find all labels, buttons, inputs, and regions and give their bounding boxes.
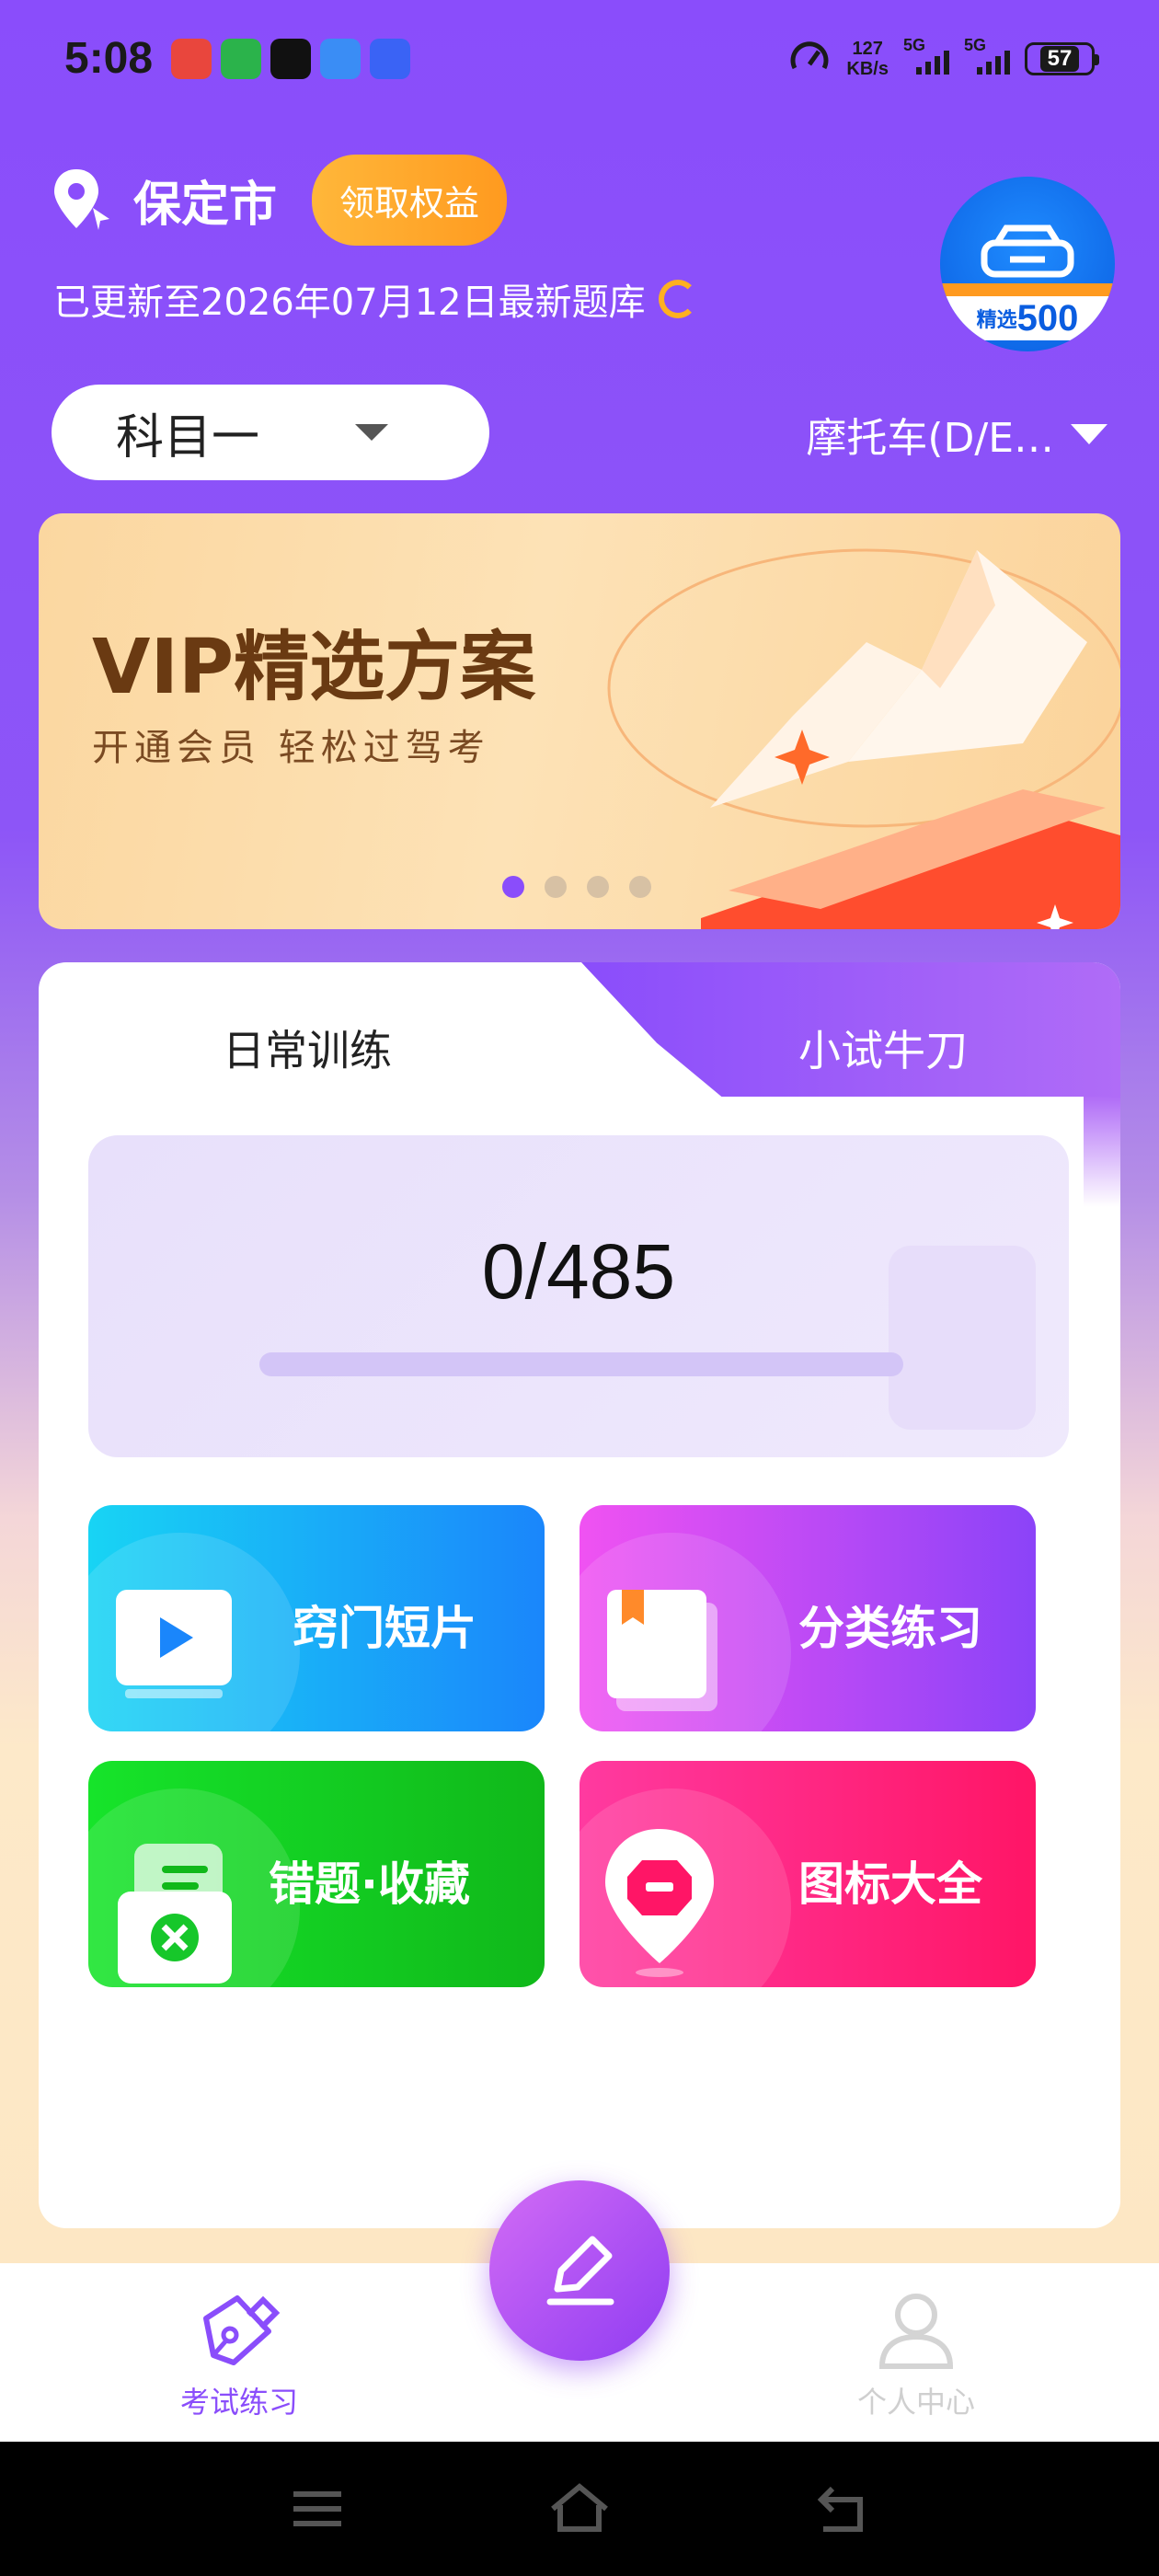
net-speed: 127 KB/s [846, 39, 889, 79]
chevron-down-icon [1071, 424, 1107, 444]
edit-pencil-icon [546, 2236, 614, 2306]
tab-edge-decoration [1084, 1097, 1120, 1207]
subject-value: 科目一 [116, 409, 260, 466]
menu-icon[interactable] [290, 2486, 345, 2532]
vehicle-type-select[interactable]: 摩托车(D/E… [806, 405, 1107, 464]
banner-pagination [502, 876, 651, 898]
page-dot[interactable] [545, 876, 567, 898]
progress-bar [259, 1352, 903, 1376]
page-dot[interactable] [502, 876, 524, 898]
app-notification-icon [171, 39, 212, 79]
home-icon[interactable] [547, 2481, 612, 2536]
mistakes-favorites-button[interactable]: 错题·收藏 [88, 1761, 545, 1987]
city-row: 保定市 领取权益 [51, 155, 508, 246]
play-video-icon [116, 1590, 232, 1698]
system-nav-bar [0, 2442, 1159, 2576]
compose-fab[interactable] [489, 2180, 670, 2361]
tiktok-icon [270, 39, 311, 79]
user-icon [878, 2294, 954, 2369]
practice-card: 日常训练 小试牛刀 0/485 窍门短片 分类练习 错题·收藏 图标大全 [39, 962, 1120, 2228]
tile-label: 图标大全 [798, 1857, 982, 1911]
notification-icons [171, 39, 410, 79]
signal-icon: 5G [903, 36, 949, 75]
banner-subtitle: 开通会员 轻松过驾考 [92, 727, 490, 769]
banner-title: VIP精选方案 [92, 624, 536, 711]
update-label: 已更新至2026年07月12日最新题库 [53, 282, 646, 324]
refresh-icon[interactable] [658, 280, 697, 318]
progress-panel[interactable]: 0/485 [88, 1135, 1069, 1457]
clipboard-x-icon [118, 1844, 232, 1984]
status-time: 5:08 [64, 34, 154, 83]
car-icon [981, 224, 1074, 278]
signal-icon: 5G [964, 36, 1010, 75]
traffic-signs-button[interactable]: 图标大全 [580, 1761, 1036, 1987]
book-icon [607, 1590, 717, 1711]
app-notification-icon [320, 39, 361, 79]
page-dot[interactable] [587, 876, 609, 898]
page-dot[interactable] [629, 876, 651, 898]
nav-profile[interactable]: 个人中心 [852, 2291, 981, 2421]
speed-gauge-icon [790, 41, 829, 70]
battery-icon: 57 [1025, 42, 1099, 75]
chevron-down-icon [355, 424, 389, 441]
tab-daily-training[interactable]: 日常训练 [223, 1018, 392, 1078]
selected-500-badge[interactable]: 精选 500 [940, 177, 1115, 351]
vehicle-value: 摩托车(D/E… [806, 415, 1054, 462]
book-illustration [607, 548, 1120, 929]
progress-count: 0/485 [481, 1228, 676, 1315]
vip-banner[interactable]: VIP精选方案 开通会员 轻松过驾考 [39, 513, 1120, 929]
location-icon[interactable] [51, 166, 115, 236]
tile-label: 错题·收藏 [269, 1857, 470, 1911]
tile-label: 窍门短片 [293, 1602, 476, 1655]
category-practice-button[interactable]: 分类练习 [580, 1505, 1036, 1731]
pen-nib-icon [203, 2295, 281, 2365]
back-icon[interactable] [814, 2483, 869, 2535]
badge-banner: 精选 500 [940, 296, 1115, 340]
app-notification-icon [221, 39, 261, 79]
map-pin-sign-icon [605, 1829, 714, 1977]
tab-try-label: 小试牛刀 [798, 1026, 968, 1075]
badge-stripe [940, 283, 1115, 296]
nav-exam-practice[interactable]: 考试练习 [175, 2291, 304, 2421]
tips-video-button[interactable]: 窍门短片 [88, 1505, 545, 1731]
tieba-icon [370, 39, 410, 79]
subject-select[interactable]: 科目一 [52, 385, 489, 480]
claim-benefits-button[interactable]: 领取权益 [312, 155, 508, 246]
status-indicators: 127 KB/s 5G 5G 57 [787, 36, 1099, 81]
nav-label: 个人中心 [856, 2385, 975, 2420]
tab-try-it[interactable]: 小试牛刀 [581, 962, 1120, 1097]
nav-label: 考试练习 [179, 2385, 298, 2420]
city-name[interactable]: 保定市 [133, 166, 277, 235]
question-bank-update: 已更新至2026年07月12日最新题库 [53, 272, 697, 326]
tile-label: 分类练习 [798, 1602, 982, 1655]
